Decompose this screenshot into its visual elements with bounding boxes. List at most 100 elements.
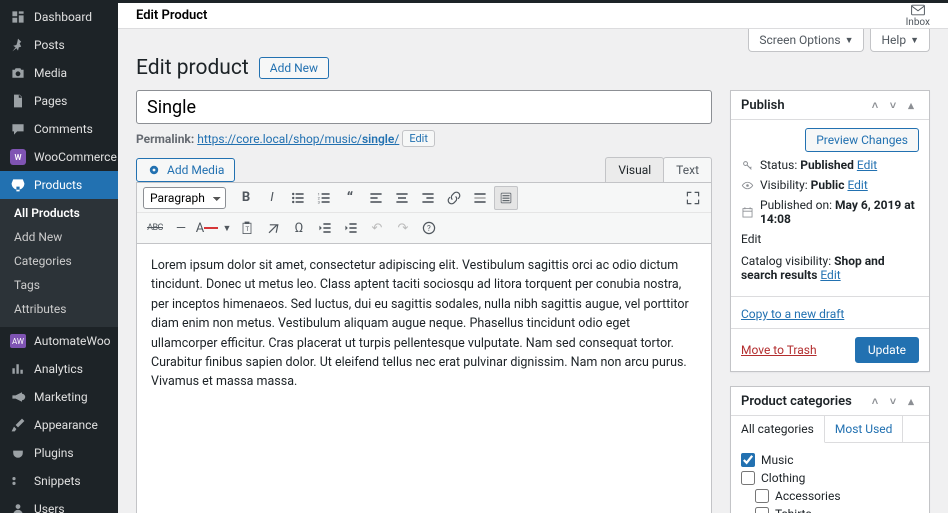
align-right-button[interactable] [416, 186, 440, 210]
indent-button[interactable] [339, 216, 363, 240]
menu-products[interactable]: Products [0, 171, 118, 199]
format-select[interactable]: Paragraph [143, 187, 226, 209]
italic-button[interactable]: I [260, 186, 284, 210]
menu-media[interactable]: Media [0, 59, 118, 87]
paste-text-button[interactable]: T [235, 216, 259, 240]
numbered-list-button[interactable]: 123 [312, 186, 336, 210]
add-new-button[interactable]: Add New [259, 57, 329, 79]
special-char-button[interactable]: Ω [287, 216, 311, 240]
chevron-down-icon: ▼ [910, 35, 919, 46]
menu-appearance[interactable]: Appearance [0, 411, 118, 439]
page-header-title: Edit Product [136, 8, 207, 23]
published-edit-link[interactable]: Edit [741, 232, 761, 246]
text-color-dropdown[interactable]: ▼ [221, 216, 233, 240]
toggle-icon[interactable]: ▴ [903, 393, 919, 409]
media-icon [147, 163, 161, 177]
category-item[interactable]: Clothing [741, 469, 919, 487]
menu-woocommerce[interactable]: WWooCommerce [0, 143, 118, 171]
menu-analytics[interactable]: Analytics [0, 355, 118, 383]
toggle-icon[interactable]: ▴ [903, 97, 919, 113]
publish-box: Publish ˄ ˅ ▴ Preview Changes Status [730, 90, 930, 372]
submenu-tags[interactable]: Tags [0, 273, 118, 297]
menu-automatewoo[interactable]: AWAutomateWoo [0, 327, 118, 355]
inbox-button[interactable]: Inbox [906, 3, 930, 28]
insert-more-button[interactable] [468, 186, 492, 210]
automatewoo-icon: AW [10, 333, 26, 349]
editor-content[interactable]: Lorem ipsum dolor sit amet, consectetur … [136, 244, 712, 513]
category-checkbox[interactable] [755, 507, 769, 513]
plug-icon [10, 445, 26, 461]
fullscreen-button[interactable] [681, 186, 705, 210]
screen-options-tab[interactable]: Screen Options▼ [748, 29, 864, 52]
editor-tab-visual[interactable]: Visual [605, 157, 664, 182]
category-checkbox[interactable] [741, 453, 755, 467]
add-media-button[interactable]: Add Media [136, 158, 235, 182]
update-button[interactable]: Update [855, 337, 919, 363]
calendar-icon [741, 206, 754, 219]
link-button[interactable] [442, 186, 466, 210]
brush-icon [10, 417, 26, 433]
camera-icon [10, 65, 26, 81]
scissors-icon [10, 473, 26, 489]
menu-pages[interactable]: Pages [0, 87, 118, 115]
strikethrough-button[interactable]: ABC [143, 216, 167, 240]
category-item[interactable]: Accessories [741, 487, 919, 505]
category-item[interactable]: Tshirts [741, 505, 919, 513]
cat-tab-all[interactable]: All categories [731, 416, 825, 443]
menu-snippets[interactable]: Snippets [0, 467, 118, 495]
move-down-icon[interactable]: ˅ [885, 393, 901, 409]
chevron-down-icon: ▼ [845, 35, 854, 46]
copy-draft-link[interactable]: Copy to a new draft [741, 307, 844, 321]
svg-text:?: ? [427, 224, 431, 233]
menu-users[interactable]: Users [0, 495, 118, 513]
align-center-button[interactable] [390, 186, 414, 210]
product-title-input[interactable] [136, 90, 712, 124]
move-down-icon[interactable]: ˅ [885, 97, 901, 113]
move-up-icon[interactable]: ˄ [867, 393, 883, 409]
help-tab[interactable]: Help▼ [870, 29, 930, 52]
submenu-categories[interactable]: Categories [0, 249, 118, 273]
help-button[interactable]: ? [417, 216, 441, 240]
align-left-button[interactable] [364, 186, 388, 210]
redo-button[interactable]: ↷ [391, 216, 415, 240]
category-checkbox[interactable] [755, 489, 769, 503]
page-title: Edit product [136, 56, 249, 80]
submenu-add-new[interactable]: Add New [0, 225, 118, 249]
menu-comments[interactable]: Comments [0, 115, 118, 143]
clear-formatting-button[interactable] [261, 216, 285, 240]
menu-dashboard[interactable]: Dashboard [0, 3, 118, 31]
submenu-all-products[interactable]: All Products [0, 201, 118, 225]
submenu-attributes[interactable]: Attributes [0, 297, 118, 321]
toolbar-toggle-button[interactable] [494, 186, 518, 210]
outdent-button[interactable] [313, 216, 337, 240]
eye-icon [741, 179, 754, 192]
bullet-list-button[interactable] [286, 186, 310, 210]
category-item[interactable]: Music [741, 451, 919, 469]
cat-tab-most-used[interactable]: Most Used [825, 416, 904, 442]
text-color-button[interactable]: A [195, 216, 219, 240]
permalink-link[interactable]: https://core.local/shop/music/single/ [197, 132, 399, 146]
woocommerce-icon: W [10, 149, 26, 165]
marketing-icon [10, 389, 26, 405]
comment-icon [10, 121, 26, 137]
menu-posts[interactable]: Posts [0, 31, 118, 59]
move-to-trash-link[interactable]: Move to Trash [741, 343, 817, 357]
blockquote-button[interactable]: “ [338, 186, 362, 210]
menu-plugins[interactable]: Plugins [0, 439, 118, 467]
status-edit-link[interactable]: Edit [857, 158, 877, 172]
preview-changes-button[interactable]: Preview Changes [805, 128, 919, 152]
analytics-icon [10, 361, 26, 377]
visibility-edit-link[interactable]: Edit [847, 178, 867, 192]
page-icon [10, 93, 26, 109]
undo-button[interactable]: ↶ [365, 216, 389, 240]
bold-button[interactable]: B [234, 186, 258, 210]
catalog-edit-link[interactable]: Edit [820, 268, 840, 282]
edit-slug-button[interactable]: Edit [402, 130, 435, 147]
svg-text:T: T [245, 225, 249, 233]
editor-tab-text[interactable]: Text [663, 157, 712, 182]
product-categories-box: Product categories ˄ ˅ ▴ All categories … [730, 386, 930, 513]
move-up-icon[interactable]: ˄ [867, 97, 883, 113]
hr-button[interactable]: — [169, 216, 193, 240]
menu-marketing[interactable]: Marketing [0, 383, 118, 411]
category-checkbox[interactable] [741, 471, 755, 485]
